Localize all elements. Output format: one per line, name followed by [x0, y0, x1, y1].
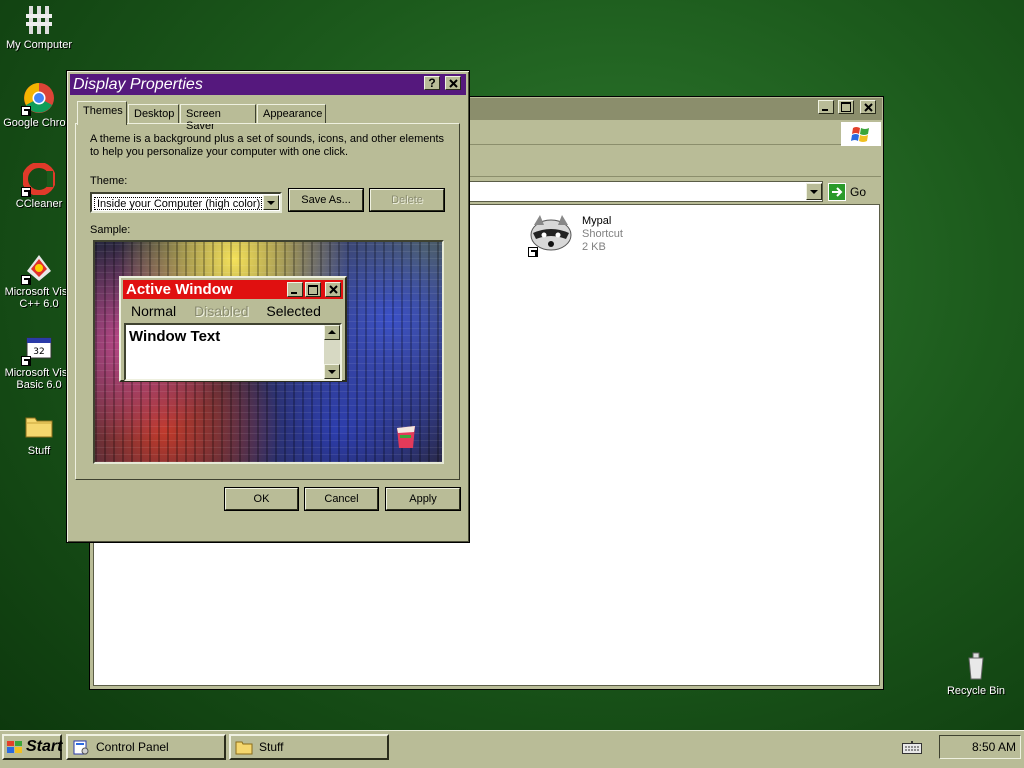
tab-label: Themes: [83, 105, 123, 117]
tab-themes[interactable]: Themes: [77, 101, 127, 125]
chrome-icon: [21, 82, 55, 116]
address-dropdown-button[interactable]: [806, 183, 822, 200]
recycle-bin-icon: [960, 650, 992, 682]
start-label: Start: [26, 738, 63, 755]
taskbar-item-label: Stuff: [259, 740, 284, 754]
save-as-button[interactable]: Save As...: [288, 188, 364, 212]
sample-close-icon: [325, 282, 341, 297]
tab-label: Appearance: [263, 108, 323, 120]
sample-label: Sample:: [90, 224, 131, 236]
minimize-button[interactable]: [818, 100, 834, 114]
file-item-mypal[interactable]: Mypal Shortcut 2 KB: [528, 209, 648, 259]
shortcut-arrow-icon: [528, 247, 538, 257]
dialog-title: Display Properties: [73, 76, 203, 93]
sample-title: Active Window: [126, 281, 233, 298]
taskbar-item-control-panel[interactable]: Control Panel: [66, 734, 226, 760]
desktop-icon-my-computer[interactable]: My Computer: [0, 4, 78, 51]
raccoon-icon: [528, 211, 574, 257]
go-arrow-icon: [828, 182, 846, 201]
file-type: Shortcut: [582, 228, 623, 240]
sample-scrollbar: [324, 325, 340, 379]
start-button[interactable]: Start: [2, 734, 62, 760]
shortcut-arrow-icon: [21, 356, 31, 366]
sample-menu-selected: Selected: [266, 303, 321, 319]
visual-basic-icon: 32: [21, 332, 55, 366]
preview-recycle-icon: [395, 422, 417, 453]
go-button[interactable]: Go: [828, 181, 872, 202]
cancel-button[interactable]: Cancel: [304, 487, 379, 511]
dialog-close-button[interactable]: [445, 76, 461, 90]
my-computer-icon: [23, 4, 55, 36]
sample-window-text: Window Text: [129, 328, 221, 345]
sample-minimize-icon: [287, 282, 303, 297]
tab-screen-saver[interactable]: Screen Saver: [180, 104, 256, 132]
sample-menu-disabled: Disabled: [194, 303, 249, 319]
address-input[interactable]: [468, 181, 823, 202]
clock[interactable]: 8:50 AM: [972, 740, 1016, 754]
taskbar: Start Control Panel Stuff 8:50 AM: [0, 730, 1024, 768]
theme-description: A theme is a background plus a set of so…: [90, 133, 445, 158]
windows-logo-icon: [841, 122, 881, 146]
folder-icon: [235, 738, 253, 756]
chevron-down-icon[interactable]: [263, 195, 279, 210]
ok-button[interactable]: OK: [224, 487, 299, 511]
help-button[interactable]: ?: [424, 76, 440, 90]
windows-flag-icon: [6, 739, 24, 755]
delete-button[interactable]: Delete: [369, 188, 445, 212]
apply-button[interactable]: Apply: [385, 487, 461, 511]
keyboard-icon[interactable]: [902, 741, 922, 755]
tab-desktop[interactable]: Desktop: [128, 104, 179, 124]
file-name: Mypal: [582, 215, 612, 227]
theme-select[interactable]: Inside your Computer (high color): [90, 192, 282, 213]
theme-select-value: Inside your Computer (high color): [94, 197, 262, 210]
desktop-icon-label: My Computer: [5, 39, 73, 51]
shortcut-arrow-icon: [21, 275, 31, 285]
sample-window-text-area: Window Text: [124, 323, 342, 381]
sample-menu: Normal Disabled Selected: [131, 303, 321, 319]
ccleaner-icon: [21, 162, 56, 197]
theme-sample-preview: Active Window Normal Disabled Selected W…: [93, 240, 444, 464]
scroll-down-icon: [324, 364, 340, 379]
scroll-up-icon: [324, 325, 340, 340]
control-panel-icon: [72, 738, 90, 756]
taskbar-item-stuff[interactable]: Stuff: [229, 734, 389, 760]
close-button[interactable]: [860, 100, 876, 114]
sample-maximize-icon: [305, 282, 321, 297]
file-size: 2 KB: [582, 241, 606, 253]
svg-text:32: 32: [33, 347, 44, 357]
taskbar-item-label: Control Panel: [96, 740, 169, 754]
theme-label: Theme:: [90, 175, 128, 187]
shortcut-arrow-icon: [21, 106, 31, 116]
dialog-title-bar[interactable]: Display Properties: [70, 74, 466, 95]
desktop-icon-label: Recycle Bin: [946, 685, 1006, 697]
sample-menu-normal: Normal: [131, 303, 177, 319]
system-tray: 8:50 AM: [939, 735, 1021, 759]
visual-cpp-icon: [21, 251, 55, 285]
maximize-button[interactable]: [838, 100, 854, 114]
sample-active-window: Active Window Normal Disabled Selected W…: [119, 276, 347, 382]
tab-label: Desktop: [134, 108, 175, 120]
desktop-icon-recycle-bin[interactable]: Recycle Bin: [937, 650, 1015, 697]
folder-icon: [23, 410, 55, 442]
tab-appearance[interactable]: Appearance: [257, 104, 326, 124]
shortcut-arrow-icon: [21, 187, 31, 197]
go-label: Go: [850, 184, 867, 199]
